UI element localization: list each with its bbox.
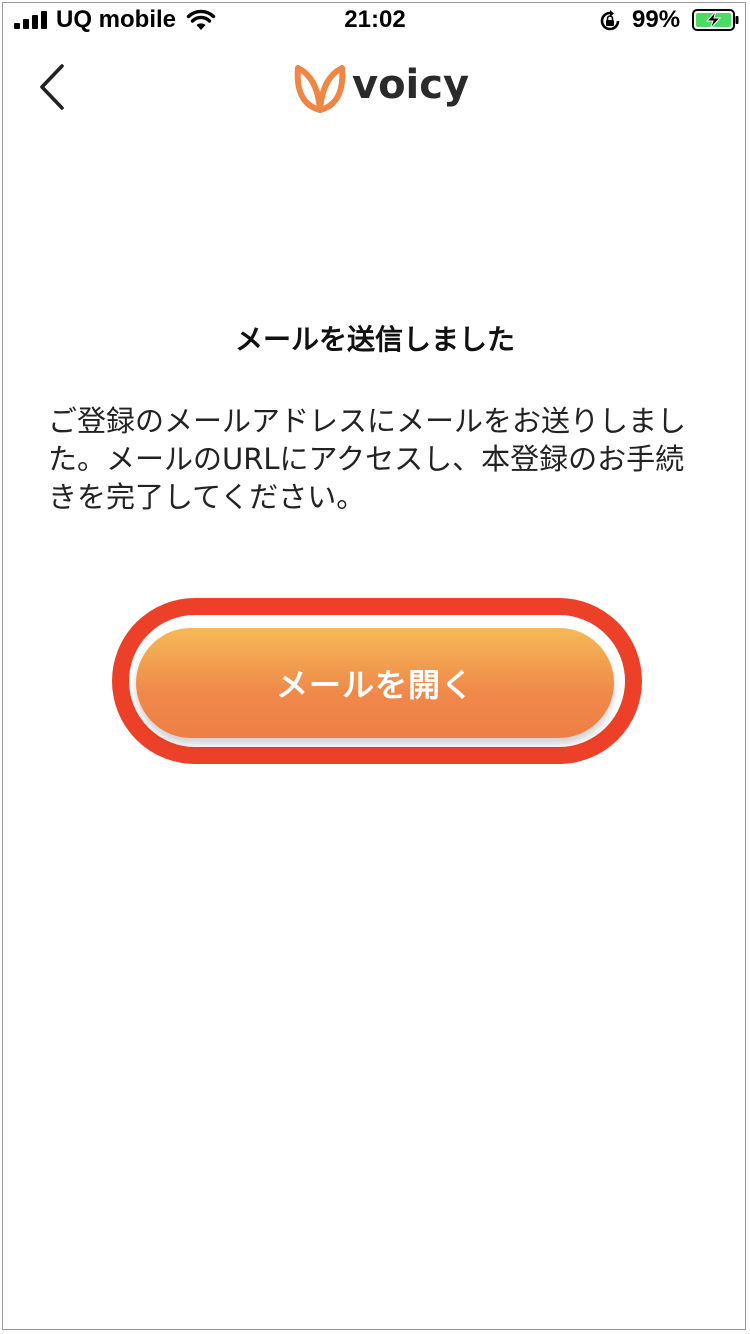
description-text: ご登録のメールアドレスにメールをお送りしました。メールのURLにアクセスし、本登… — [48, 404, 687, 514]
battery-charging-icon — [692, 9, 739, 31]
orientation-lock-icon — [600, 10, 620, 31]
logo-text: voicy — [352, 62, 470, 108]
chevron-left-icon[interactable] — [30, 60, 74, 114]
status-bar: UQ mobile 21:02 99% — [0, 0, 750, 40]
voicy-logo: voicy — [288, 60, 470, 116]
battery-percent: 99% — [632, 6, 681, 33]
navigation-bar: voicy — [0, 40, 750, 136]
page-title: メールを送信しました — [234, 323, 515, 356]
open-mail-button[interactable]: メールを開く — [136, 628, 614, 738]
voicy-leaf-icon — [294, 65, 346, 113]
